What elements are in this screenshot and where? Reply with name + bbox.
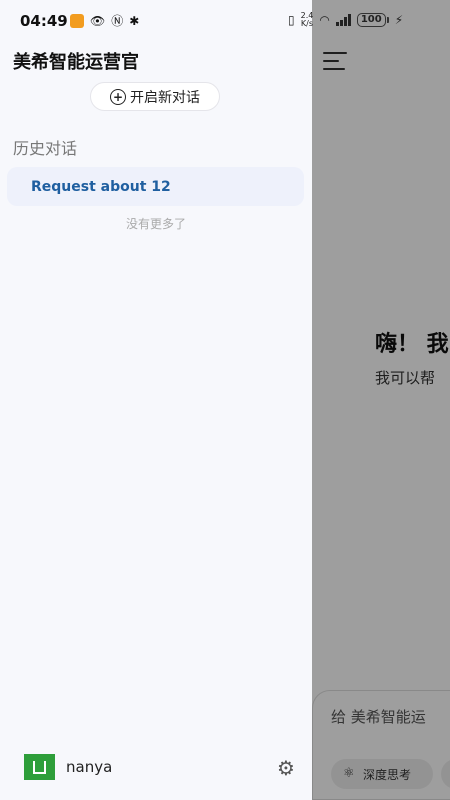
history-section-title: 历史对话: [13, 139, 78, 158]
side-drawer: 美希智能运营官 + 开启新对话 历史对话 Request about 12 没有…: [0, 0, 312, 800]
avatar: [24, 754, 55, 780]
status-bar: 04:49 👁 Ⓝ ✱ ▯ 2.4 K/s ◠ 100 ⚡: [0, 0, 450, 44]
no-more-text: 没有更多了: [125, 217, 186, 231]
bluetooth-battery-icon: ✱: [129, 14, 140, 28]
nfc-icon: Ⓝ: [111, 14, 124, 28]
new-chat-button[interactable]: + 开启新对话: [90, 82, 220, 111]
history-item[interactable]: Request about 12: [7, 167, 304, 206]
username: nanya: [66, 758, 113, 776]
vibrate-icon: ▯: [288, 13, 295, 27]
wifi-icon: ◠: [319, 13, 330, 27]
new-chat-label: 开启新对话: [130, 89, 200, 106]
charging-icon: ⚡: [394, 13, 404, 27]
status-time: 04:49: [20, 12, 68, 30]
plus-circle-icon: +: [110, 88, 126, 105]
battery-icon: 100: [356, 13, 389, 27]
network-speed: 2.4 K/s: [300, 11, 314, 28]
eye-icon: 👁: [90, 14, 106, 28]
app-notification-icon: [70, 14, 84, 28]
signal-icon: [335, 14, 351, 26]
app-title: 美希智能运营官: [13, 52, 139, 73]
user-profile[interactable]: nanya: [24, 754, 112, 780]
gear-icon[interactable]: ⚙: [276, 758, 296, 778]
battery-level: 100: [356, 13, 386, 27]
